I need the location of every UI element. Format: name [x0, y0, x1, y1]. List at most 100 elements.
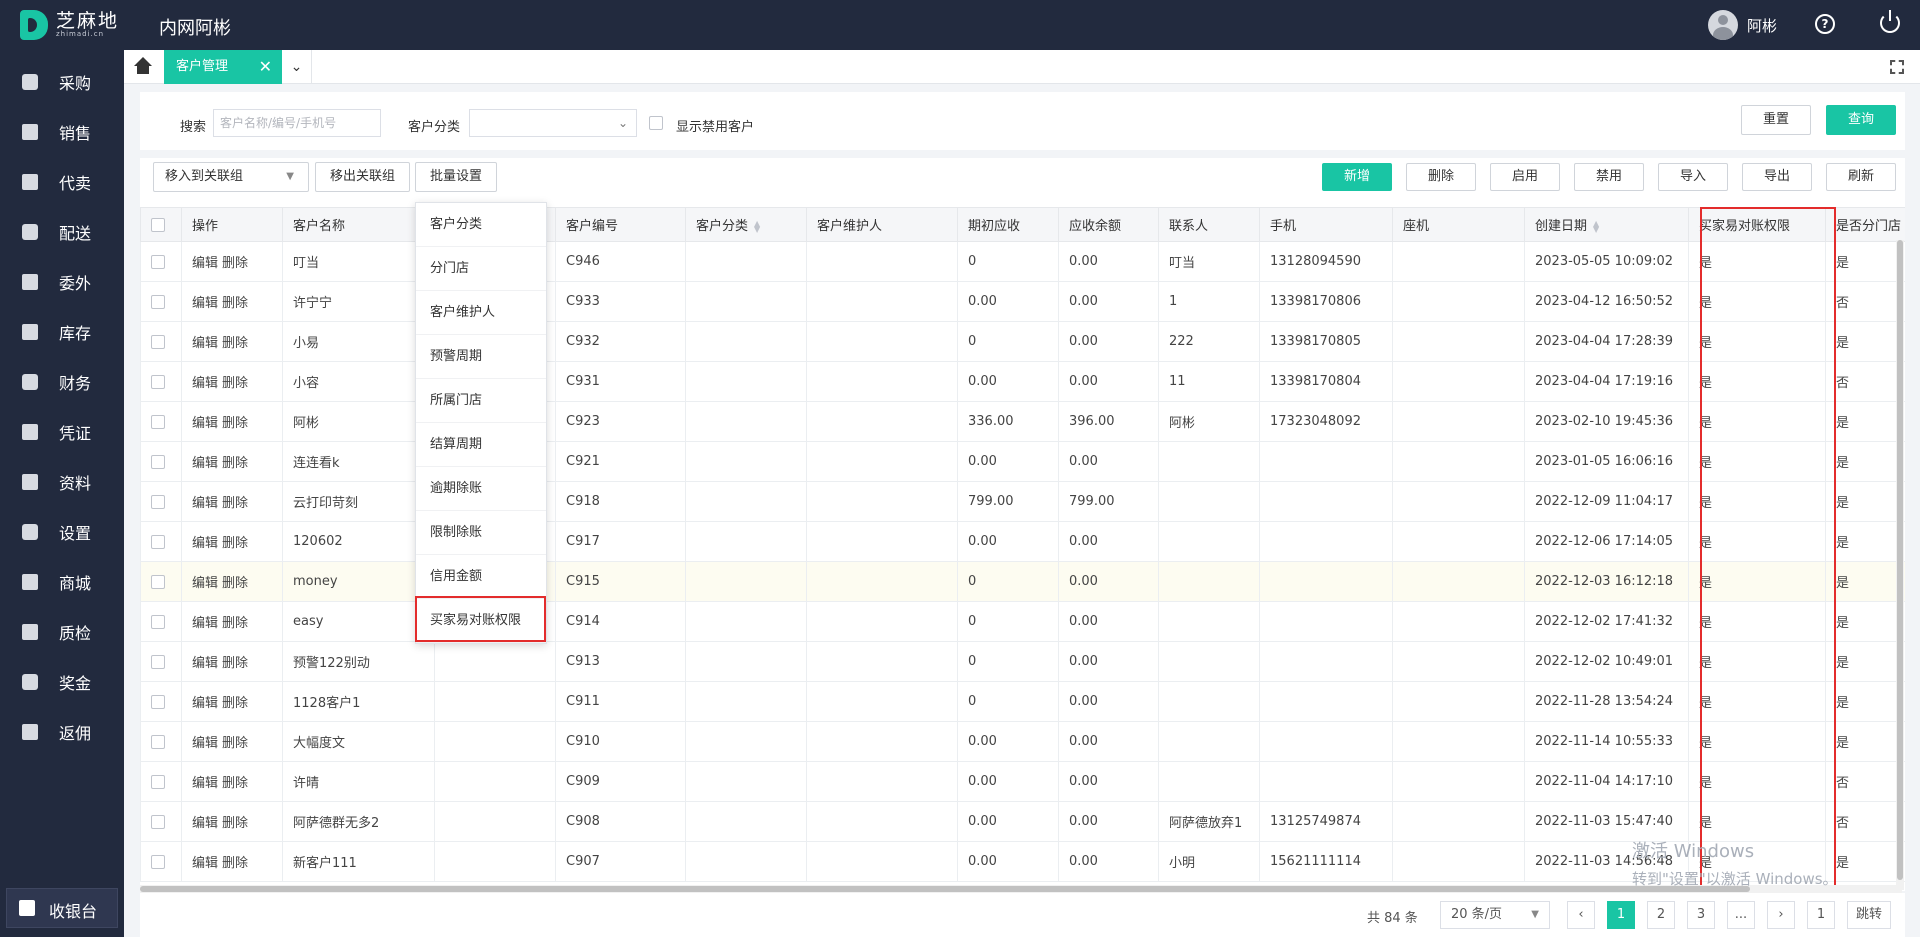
batch-menu-item[interactable]: 客户分类 [416, 203, 546, 247]
row-checkbox[interactable] [151, 534, 165, 549]
delete-link[interactable]: 删除 [222, 536, 248, 551]
row-checkbox[interactable] [151, 374, 165, 389]
delete-link[interactable]: 删除 [222, 776, 248, 791]
delete-link[interactable]: 删除 [222, 816, 248, 831]
vertical-scrollbar[interactable] [1896, 240, 1904, 890]
batch-menu-item[interactable]: 逾期除账 [416, 467, 546, 511]
delete-link[interactable]: 删除 [222, 456, 248, 471]
batch-menu-item[interactable]: 预警周期 [416, 335, 546, 379]
edit-link[interactable]: 编辑 [192, 776, 218, 791]
table-row[interactable]: 编辑 删除 云打印苛刻 C918 799.00 799.00 2022-12-09 11:0… [140, 481, 1905, 522]
refresh-button[interactable]: 刷新 [1826, 163, 1896, 191]
sidebar-item-8[interactable]: 资料 [0, 457, 124, 507]
delete-link[interactable]: 删除 [222, 496, 248, 511]
jump-page-input[interactable]: 1 [1807, 901, 1835, 929]
table-row[interactable]: 编辑 删除 叮当 C946 0 0.00 叮当 13128094590 2023-05-05 1… [140, 241, 1905, 282]
add-button[interactable]: 新增 [1322, 163, 1392, 191]
sidebar-item-4[interactable]: 委外 [0, 257, 124, 307]
row-checkbox[interactable] [151, 814, 165, 829]
enable-button[interactable]: 启用 [1490, 163, 1560, 191]
chevron-down-icon[interactable]: ⌄ [282, 50, 312, 84]
batch-menu-item[interactable]: 分门店 [416, 247, 546, 291]
table-row[interactable]: 编辑 删除 小容 C931 0.00 0.00 11 13398170804 2023-04-0… [140, 361, 1905, 402]
edit-link[interactable]: 编辑 [192, 336, 218, 351]
reset-button[interactable]: 重置 [1741, 105, 1811, 135]
edit-link[interactable]: 编辑 [192, 416, 218, 431]
disable-button[interactable]: 禁用 [1574, 163, 1644, 191]
row-checkbox[interactable] [151, 694, 165, 709]
checkout-button[interactable]: 收银台 [6, 888, 118, 928]
prev-page-button[interactable]: ‹ [1567, 901, 1595, 929]
scrollbar-thumb[interactable] [1897, 240, 1903, 880]
batch-settings-button[interactable]: 批量设置 [415, 162, 497, 192]
delete-link[interactable]: 删除 [222, 616, 248, 631]
sidebar-item-3[interactable]: 配送 [0, 207, 124, 257]
edit-link[interactable]: 编辑 [192, 496, 218, 511]
row-checkbox[interactable] [151, 614, 165, 629]
select-all-cell[interactable] [140, 207, 182, 242]
row-checkbox[interactable] [151, 734, 165, 749]
sidebar-item-13[interactable]: 返佣 [0, 707, 124, 757]
move-to-group-select[interactable]: 移入到关联组 ▼ [153, 162, 309, 192]
table-row[interactable]: 编辑 删除 小易 C932 0 0.00 222 13398170805 2023-04-04 … [140, 321, 1905, 362]
delete-link[interactable]: 删除 [222, 296, 248, 311]
table-row[interactable]: 编辑 删除 money C915 0 0.00 2022-12-03 16:12:18 是是 [140, 561, 1905, 602]
edit-link[interactable]: 编辑 [192, 816, 218, 831]
edit-link[interactable]: 编辑 [192, 456, 218, 471]
row-checkbox[interactable] [151, 334, 165, 349]
delete-link[interactable]: 删除 [222, 736, 248, 751]
table-row[interactable]: 编辑 删除 连连看k C921 0.00 0.00 2023-01-05 16:06:16 是… [140, 441, 1905, 482]
edit-link[interactable]: 编辑 [192, 736, 218, 751]
edit-link[interactable]: 编辑 [192, 696, 218, 711]
sort-icon[interactable]: ▲ ▼ [754, 219, 760, 233]
page-size-select[interactable]: 20 条/页 ▼ [1440, 901, 1550, 929]
delete-link[interactable]: 删除 [222, 416, 248, 431]
user-name[interactable]: 阿彬 [1747, 15, 1777, 36]
delete-button[interactable]: 删除 [1406, 163, 1476, 191]
sidebar-item-10[interactable]: 商城 [0, 557, 124, 607]
table-row[interactable]: 编辑 删除 阿彬 C923 336.00 396.00 阿彬 17323048092 2023-… [140, 401, 1905, 442]
table-row[interactable]: 编辑 删除 许晴 C909 0.00 0.00 2022-11-04 14:17:10 是否 [140, 761, 1905, 802]
sidebar-item-2[interactable]: 代卖 [0, 157, 124, 207]
edit-link[interactable]: 编辑 [192, 576, 218, 591]
row-checkbox[interactable] [151, 414, 165, 429]
row-checkbox[interactable] [151, 254, 165, 269]
col-header-created[interactable]: 创建日期 ▲ ▼ [1524, 207, 1689, 242]
sidebar-item-12[interactable]: 奖金 [0, 657, 124, 707]
batch-menu-item[interactable]: 结算周期 [416, 423, 546, 467]
edit-link[interactable]: 编辑 [192, 376, 218, 391]
row-checkbox[interactable] [151, 574, 165, 589]
remove-from-group-button[interactable]: 移出关联组 [315, 162, 410, 192]
category-select[interactable]: ⌄ [469, 109, 637, 137]
delete-link[interactable]: 删除 [222, 656, 248, 671]
delete-link[interactable]: 删除 [222, 336, 248, 351]
row-checkbox[interactable] [151, 294, 165, 309]
row-checkbox[interactable] [151, 454, 165, 469]
sidebar-item-11[interactable]: 质检 [0, 607, 124, 657]
table-row[interactable]: 编辑 删除 大幅度文 C910 0.00 0.00 2022-11-14 10:55:33 是… [140, 721, 1905, 762]
col-header-category[interactable]: 客户分类 ▲ ▼ [685, 207, 807, 242]
page-3[interactable]: 3 [1687, 901, 1715, 929]
sidebar-item-6[interactable]: 财务 [0, 357, 124, 407]
edit-link[interactable]: 编辑 [192, 616, 218, 631]
edit-link[interactable]: 编辑 [192, 256, 218, 271]
help-icon[interactable]: ? [1815, 14, 1835, 34]
row-checkbox[interactable] [151, 494, 165, 509]
row-checkbox[interactable] [151, 774, 165, 789]
batch-menu-item[interactable]: 所属门店 [416, 379, 546, 423]
scrollbar-thumb[interactable] [140, 886, 1750, 892]
export-button[interactable]: 导出 [1742, 163, 1812, 191]
edit-link[interactable]: 编辑 [192, 656, 218, 671]
query-button[interactable]: 查询 [1826, 105, 1896, 135]
home-icon[interactable] [132, 56, 154, 78]
table-row[interactable]: 编辑 删除 预警122别动 C913 0 0.00 2022-12-02 10:49:01 是… [140, 641, 1905, 682]
fullscreen-icon[interactable] [1890, 60, 1904, 74]
sidebar-item-7[interactable]: 凭证 [0, 407, 124, 457]
power-icon[interactable] [1880, 10, 1900, 33]
page-ellipsis[interactable]: ... [1727, 901, 1755, 929]
batch-menu-item[interactable]: 客户维护人 [416, 291, 546, 335]
delete-link[interactable]: 删除 [222, 376, 248, 391]
sidebar-item-9[interactable]: 设置 [0, 507, 124, 557]
user-avatar[interactable] [1708, 10, 1738, 40]
import-button[interactable]: 导入 [1658, 163, 1728, 191]
